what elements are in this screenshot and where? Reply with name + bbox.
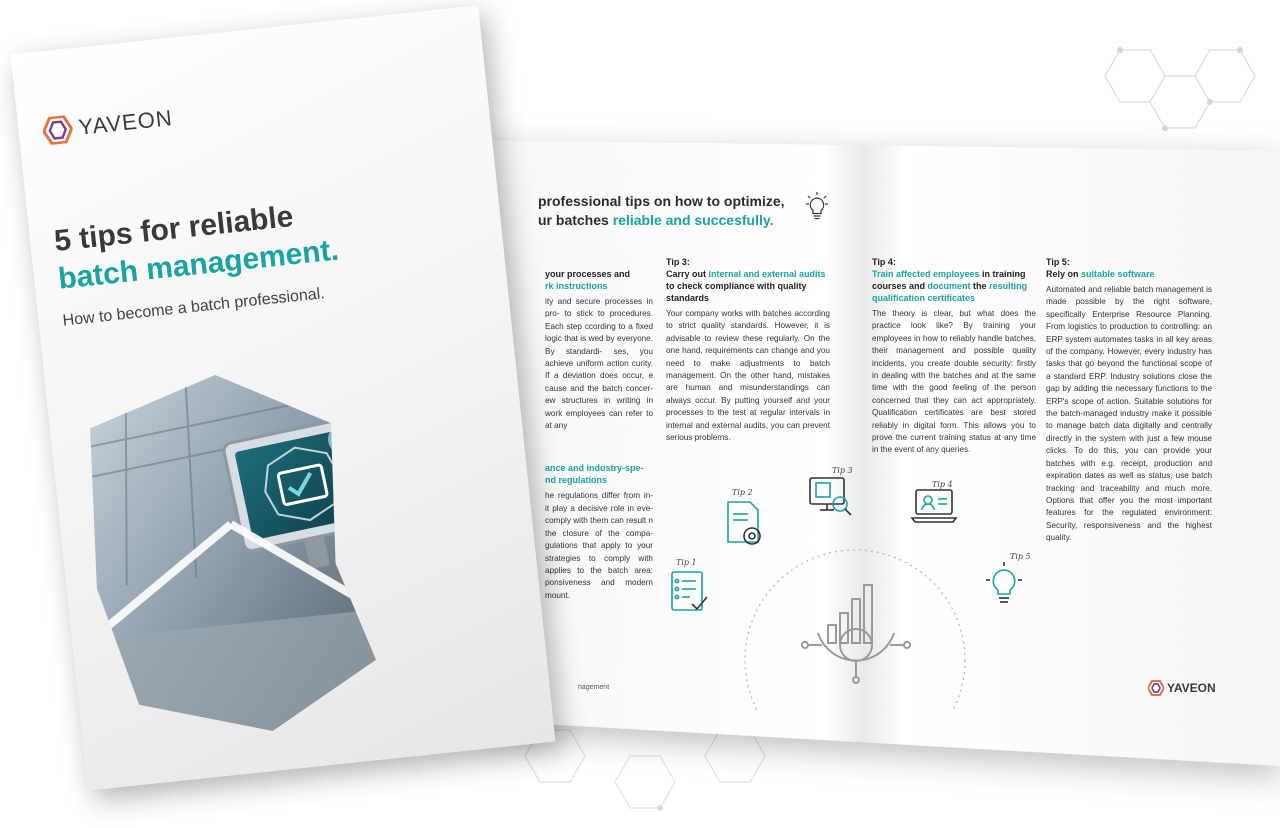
tip-5-number: 5 [1046,222,1069,266]
page-footer-label: nagement [578,684,610,691]
tip-4-body: The theory is clear, but what does the p… [872,309,1036,455]
spread-logo-text: YAVEON [1167,681,1216,695]
yaveon-logo-icon [1148,680,1164,696]
cover-logo: YAVEON [41,104,174,146]
cover-hexagon-image [75,361,383,748]
partial-tip2-body: he regulations differ from in- it play a… [545,491,653,600]
spread-header-line2: ur batches reliable and succesfully. [538,212,774,228]
partial-tip-column: your processes and rk instructions ity a… [545,268,653,602]
tip-4-column: 4 Tip 4: Train affected employees in tra… [872,223,1036,457]
tip-4-number: 4 [872,222,895,266]
cover-logo-text: YAVEON [77,105,174,140]
partial-tip-body: ity and secure processes in pro- to stic… [545,297,653,431]
tip-3-body: Your company works with batches accordin… [666,309,830,443]
document-gear-icon [727,501,761,545]
partial-tip2-title: ance and industry-spe- nd regulations [545,463,644,486]
spread-header-line1: professional tips on how to optimize, [538,193,785,209]
tip-3-column: 3 Tip 3: Carry out internal and external… [666,223,830,444]
tips-diagram [671,477,1022,710]
tip-3-number: 3 [666,222,689,266]
diagram-label-tip2: Tip 2 [732,488,753,497]
diagram-label-tip3: Tip 3 [832,466,853,475]
tip-3-title: Tip 3: Carry out internal and external a… [666,257,826,303]
tip-5-column: 5 Tip 5: Rely on suitable software Autom… [1046,223,1212,545]
lightbulb-gear-icon [986,562,1022,603]
chart-gear-icon [801,584,911,684]
cover-title: 5 tips for reliable batch management. [52,194,341,299]
laptop-person-icon [910,489,958,523]
tip-5-title: Tip 5: Rely on suitable software [1046,257,1155,279]
bulb-icon [806,192,828,220]
brochure-cover: YAVEON 5 tips for reliable batch managem… [10,5,556,791]
tip-4-title: Tip 4: Train affected employees in train… [872,257,1028,303]
monitor-search-icon [809,477,852,516]
checklist-icon [671,571,708,611]
tip-5-body: Automated and reliable batch management … [1046,285,1212,543]
yaveon-logo-icon [42,114,74,146]
diagram-label-tip4: Tip 4 [932,480,953,489]
diagram-label-tip5: Tip 5 [1010,552,1031,561]
spread-logo: YAVEON [1148,680,1216,696]
diagram-label-tip1: Tip 1 [676,558,697,567]
partial-tip-title: your processes and rk instructions [545,269,631,291]
spread-header: professional tips on how to optimize, ur… [538,192,785,230]
